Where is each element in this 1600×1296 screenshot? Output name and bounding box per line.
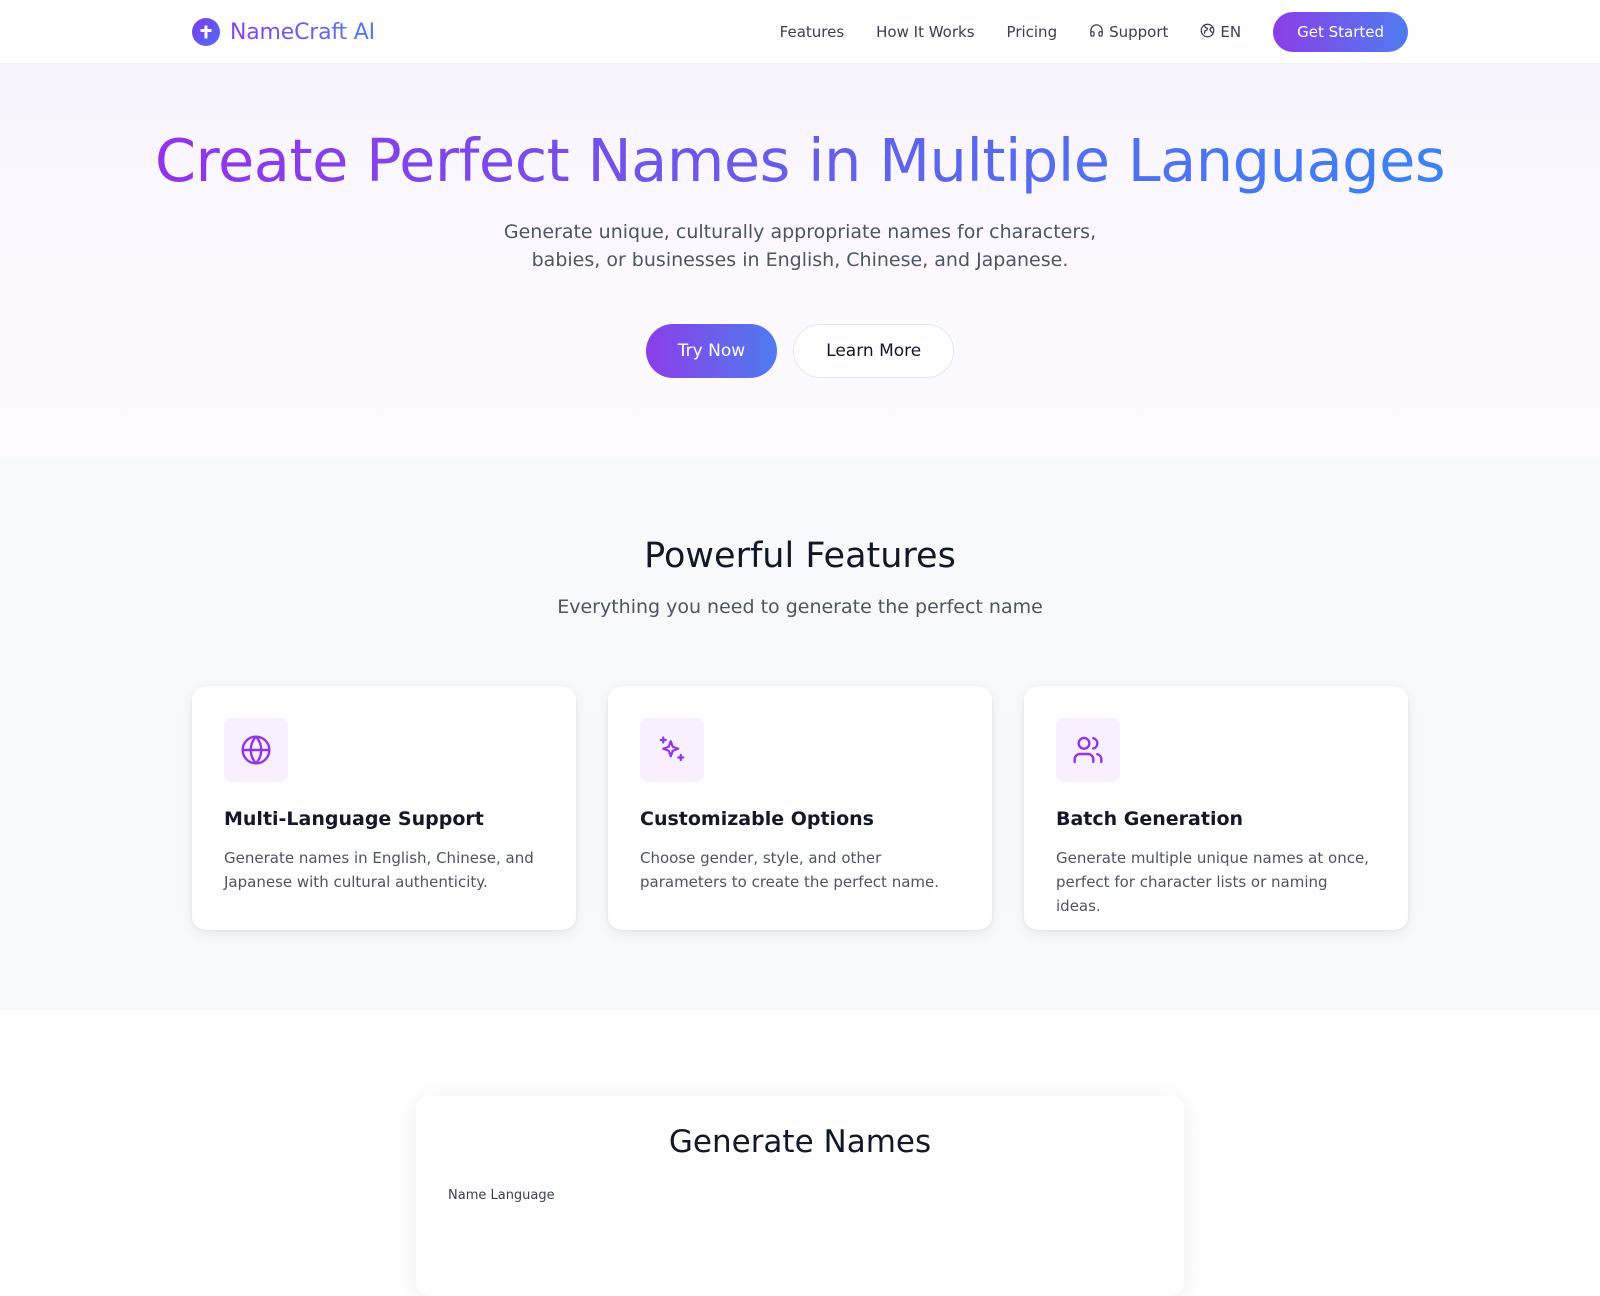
users-icon [1056, 718, 1120, 782]
nav-link-features[interactable]: Features [780, 23, 845, 41]
feature-card: Customizable Options Choose gender, styl… [608, 686, 992, 930]
hero-actions: Try Now Learn More [0, 324, 1600, 378]
hero-subtitle: Generate unique, culturally appropriate … [503, 221, 1097, 271]
generator-panel: Generate Names Name Language [416, 1096, 1184, 1296]
headphones-icon [1089, 23, 1104, 42]
features-subtitle: Everything you need to generate the perf… [557, 596, 1043, 618]
logo-icon [192, 18, 220, 46]
sparkles-icon [640, 718, 704, 782]
nav-link-label: Pricing [1006, 23, 1058, 41]
feature-card: Batch Generation Generate multiple uniqu… [1024, 686, 1408, 930]
generator-title: Generate Names [668, 1124, 932, 1160]
feature-card-desc: Choose gender, style, and other paramete… [640, 849, 939, 891]
feature-card-desc: Generate multiple unique names at once, … [1056, 849, 1369, 915]
globe-icon [1200, 23, 1215, 42]
brand-name: NameCraft AI [230, 19, 375, 45]
globe-icon [224, 718, 288, 782]
nav-link-support[interactable]: Support [1089, 23, 1168, 42]
feature-card: Multi-Language Support Generate names in… [192, 686, 576, 930]
learn-more-button[interactable]: Learn More [793, 324, 955, 378]
nav-link-pricing[interactable]: Pricing [1007, 23, 1058, 41]
feature-card-title: Customizable Options [640, 808, 874, 830]
try-now-button[interactable]: Try Now [645, 324, 778, 378]
features-section: Powerful Features Everything you need to… [0, 458, 1600, 1010]
nav-link-how-it-works[interactable]: How It Works [876, 23, 974, 41]
hero-title-text: Create Perfect Names in Multiple Languag… [154, 126, 1446, 195]
nav-link-label: Support [1109, 23, 1169, 41]
feature-card-desc: Generate names in English, Chinese, and … [224, 849, 534, 891]
features-title: Powerful Features [644, 536, 956, 576]
language-selector[interactable]: EN [1200, 23, 1241, 42]
name-language-label: Name Language [448, 1188, 555, 1203]
nav-link-label: How It Works [876, 23, 975, 41]
get-started-button[interactable]: Get Started [1273, 12, 1408, 52]
feature-card-title: Multi-Language Support [224, 808, 484, 830]
nav-links: Features How It Works Pricing Support EN… [780, 12, 1408, 52]
nav-link-label: Features [779, 23, 845, 41]
hero-section: Create Perfect Names in Multiple Languag… [0, 64, 1600, 458]
feature-card-title: Batch Generation [1056, 808, 1244, 830]
top-navbar: NameCraft AI Features How It Works Prici… [0, 0, 1600, 64]
feature-cards: Multi-Language Support Generate names in… [192, 686, 1408, 930]
hero-title: Create Perfect Names in Multiple Languag… [0, 126, 1600, 196]
language-label: EN [1220, 23, 1242, 41]
brand[interactable]: NameCraft AI [192, 18, 375, 46]
